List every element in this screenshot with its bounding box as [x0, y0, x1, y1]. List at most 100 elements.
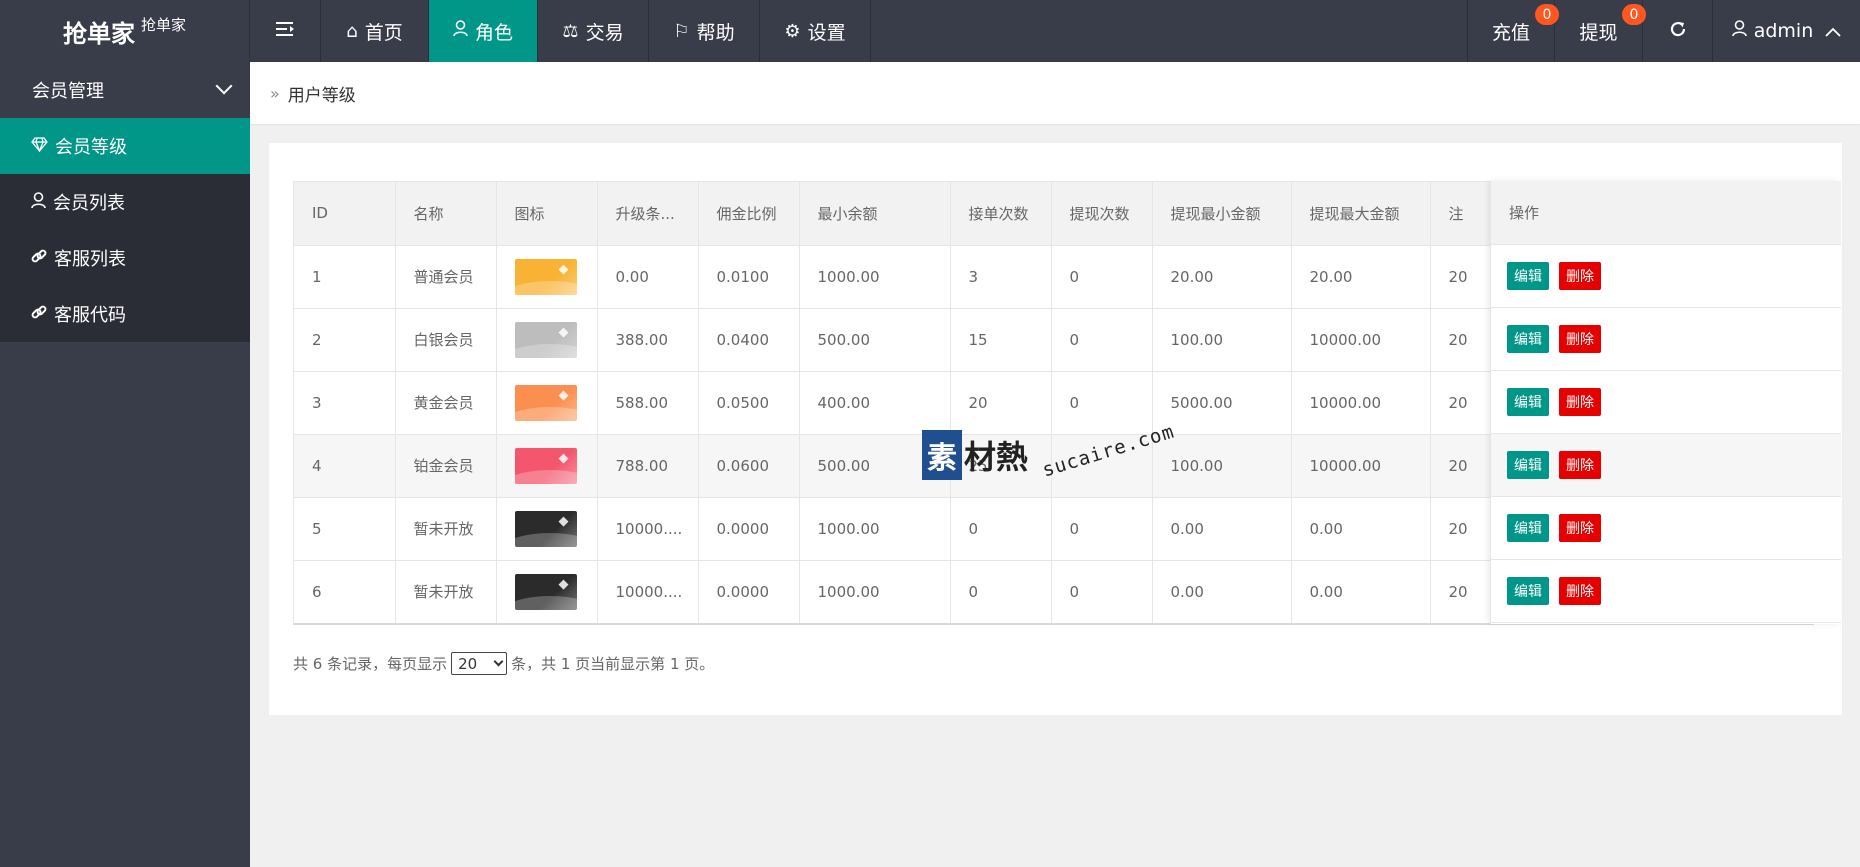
- cell-min-balance: 1000.00: [799, 560, 951, 623]
- cell-upgrade: 388.00: [597, 308, 699, 372]
- logo[interactable]: 抢单家 抢单家: [0, 0, 250, 62]
- cell-upgrade: 588.00: [597, 371, 699, 435]
- menu-fold-icon: [275, 20, 295, 43]
- cell-withdraw-max: 10000.00: [1291, 371, 1431, 435]
- cell-withdraw-max: 20.00: [1291, 245, 1431, 309]
- sidebar-item-label: 客服代码: [54, 305, 126, 326]
- home-icon: ⌂: [346, 20, 358, 42]
- nav-role-label: 角色: [474, 21, 513, 44]
- user-icon: [1731, 20, 1747, 42]
- sidebar-item-label: 客服列表: [54, 249, 126, 270]
- column-header[interactable]: 提现次数: [1051, 182, 1153, 246]
- column-header[interactable]: 图标: [496, 182, 598, 246]
- delete-button[interactable]: 删除: [1559, 451, 1601, 479]
- operation-row: 编辑 删除: [1491, 371, 1841, 434]
- link-icon: [31, 248, 47, 268]
- chevron-down-icon: [493, 656, 504, 667]
- watermark: 素 材熱 sucaire.com: [922, 420, 1182, 490]
- page-size-value: 20: [458, 654, 478, 673]
- delete-button[interactable]: 删除: [1559, 325, 1601, 353]
- column-header[interactable]: 升级条...: [597, 182, 699, 246]
- chevron-down-icon: [215, 77, 233, 95]
- nav-home[interactable]: ⌂ 首页: [321, 0, 429, 62]
- cell-ratio: 0.0100: [698, 245, 800, 309]
- edit-button[interactable]: 编辑: [1507, 514, 1549, 542]
- double-chevron-right-icon: »: [270, 83, 280, 103]
- sidebar: 会员管理 会员等级 会员列表 客服列表 客服代码: [0, 62, 250, 867]
- diamond-icon: [31, 136, 48, 156]
- cell-withdraw-max: 10000.00: [1291, 434, 1431, 498]
- cell-name: 暂未开放: [395, 560, 497, 623]
- edit-button[interactable]: 编辑: [1507, 451, 1549, 479]
- column-header[interactable]: 名称: [395, 182, 497, 246]
- delete-button[interactable]: 删除: [1559, 577, 1601, 605]
- column-header[interactable]: ID: [294, 182, 396, 246]
- delete-button[interactable]: 删除: [1559, 388, 1601, 416]
- sidebar-group-member[interactable]: 会员管理: [0, 62, 250, 118]
- nav-role[interactable]: 角色: [429, 0, 538, 62]
- level-card-icon: ◆: [514, 384, 577, 421]
- sidebar-group-label: 会员管理: [32, 81, 104, 102]
- level-card-icon: ◆: [514, 447, 577, 484]
- edit-button[interactable]: 编辑: [1507, 262, 1549, 290]
- nav-settings[interactable]: ⚙ 设置: [760, 0, 871, 62]
- recharge-button[interactable]: 充值 0: [1467, 0, 1559, 62]
- scale-icon: ⚖: [562, 20, 579, 42]
- cell-withdraw-max: 0.00: [1291, 497, 1431, 561]
- sidebar-item-member-list[interactable]: 会员列表: [0, 174, 250, 230]
- delete-button[interactable]: 删除: [1559, 262, 1601, 290]
- nav-settings-label: 设置: [807, 21, 846, 44]
- pagination-suffix: 条，共 1 页当前显示第 1 页。: [511, 655, 715, 673]
- link-icon: [31, 304, 47, 324]
- cell-icon: ◆: [496, 245, 598, 309]
- user-icon: [453, 20, 468, 42]
- sidebar-item-service-code[interactable]: 客服代码: [0, 286, 250, 342]
- column-header[interactable]: 提现最大金额: [1291, 182, 1431, 246]
- delete-button[interactable]: 删除: [1559, 514, 1601, 542]
- column-header[interactable]: 最小余额: [799, 182, 951, 246]
- nav-help[interactable]: ⚐ 帮助: [649, 0, 760, 62]
- withdraw-button[interactable]: 提现 0: [1555, 0, 1646, 62]
- cell-min-balance: 1000.00: [799, 497, 951, 561]
- sidebar-item-service-list[interactable]: 客服列表: [0, 230, 250, 286]
- operation-row: 编辑 删除: [1491, 245, 1841, 308]
- cell-id: 2: [294, 308, 396, 372]
- cell-name: 普通会员: [395, 245, 497, 309]
- user-name: admin: [1753, 20, 1814, 42]
- operation-row: 编辑 删除: [1491, 497, 1841, 560]
- cell-withdraw-max: 10000.00: [1291, 308, 1431, 372]
- edit-button[interactable]: 编辑: [1507, 577, 1549, 605]
- cell-icon: ◆: [496, 434, 598, 498]
- column-header[interactable]: 接单次数: [950, 182, 1052, 246]
- sidebar-item-label: 会员等级: [55, 137, 127, 158]
- top-header: 抢单家 抢单家 ⌂ 首页 角色 ⚖ 交易 ⚐ 帮助 ⚙ 设置 充值 0 提现 0: [0, 0, 1860, 62]
- cell-icon: ◆: [496, 560, 598, 623]
- nav-trade[interactable]: ⚖ 交易: [538, 0, 649, 62]
- watermark-text: 材熱: [964, 438, 1029, 476]
- pagination: 共 6 条记录，每页显示 20 条，共 1 页当前显示第 1 页。: [293, 652, 714, 675]
- user-menu[interactable]: admin: [1713, 0, 1860, 62]
- column-header[interactable]: 佣金比例: [698, 182, 800, 246]
- edit-button[interactable]: 编辑: [1507, 388, 1549, 416]
- menu-toggle-button[interactable]: [250, 0, 321, 62]
- cell-id: 5: [294, 497, 396, 561]
- cell-withdraw-min: 0.00: [1152, 497, 1292, 561]
- cell-withdraw-times: 0: [1051, 245, 1153, 309]
- cell-id: 6: [294, 560, 396, 623]
- operation-row: 编辑 删除: [1491, 560, 1841, 623]
- cell-upgrade: 10000....: [597, 497, 699, 561]
- watermark-logo: 素: [922, 430, 962, 480]
- page-size-select[interactable]: 20: [451, 652, 508, 675]
- withdraw-label: 提现: [1579, 21, 1618, 44]
- cell-withdraw-min: 20.00: [1152, 245, 1292, 309]
- cell-orders: 0: [950, 497, 1052, 561]
- sidebar-submenu: 会员等级 会员列表 客服列表 客服代码: [0, 118, 250, 342]
- nav-trade-label: 交易: [585, 21, 624, 44]
- sidebar-item-member-level[interactable]: 会员等级: [0, 118, 250, 174]
- cell-orders: 0: [950, 560, 1052, 623]
- edit-button[interactable]: 编辑: [1507, 325, 1549, 353]
- column-header[interactable]: 提现最小金额: [1152, 182, 1292, 246]
- nav-home-label: 首页: [364, 21, 403, 44]
- refresh-button[interactable]: [1643, 0, 1713, 62]
- cell-ratio: 0.0000: [698, 497, 800, 561]
